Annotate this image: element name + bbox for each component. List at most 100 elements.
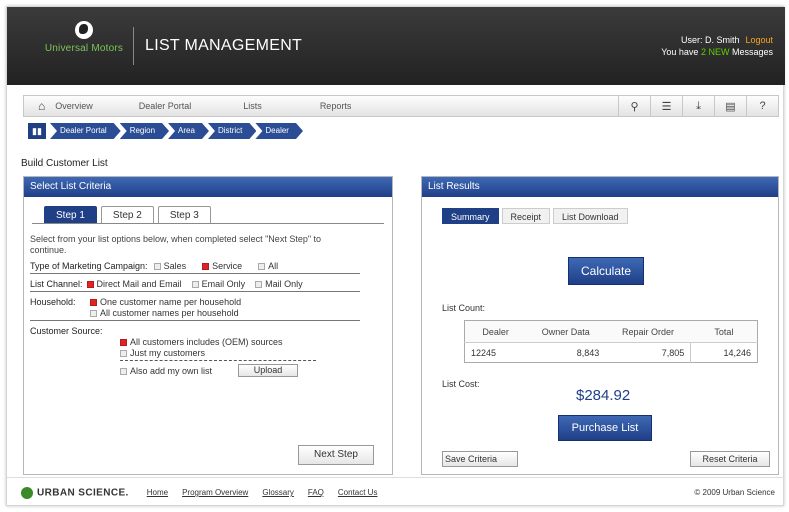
channel-divider <box>30 291 360 292</box>
campaign-sales-checkbox[interactable] <box>153 262 161 270</box>
list-count-label: List Count: <box>442 303 486 313</box>
nav-dealer-portal[interactable]: Dealer Portal <box>139 101 192 111</box>
source-mine-checkbox[interactable] <box>120 349 127 357</box>
upload-button[interactable]: Upload <box>238 364 298 377</box>
also-add-row: Also add my own list <box>120 366 212 376</box>
page-title: Build Customer List <box>21 158 108 169</box>
household-all-checkbox[interactable] <box>90 309 97 317</box>
table-row: 12245 8,843 7,805 14,246 <box>465 342 758 363</box>
next-step-button[interactable]: Next Step <box>298 445 374 465</box>
breadcrumb-area[interactable]: Area <box>168 123 209 139</box>
campaign-service-checkbox[interactable] <box>202 262 210 270</box>
results-tabs: Summary Receipt List Download <box>442 208 631 224</box>
col-dealer: Dealer <box>464 320 527 343</box>
nav-overview[interactable]: Overview <box>55 101 93 111</box>
cell-total: 14,246 <box>690 342 758 363</box>
footer-brand: URBAN SCIENCE. <box>37 487 129 499</box>
tab-step-2[interactable]: Step 2 <box>100 206 154 223</box>
calculate-button[interactable]: Calculate <box>568 257 644 285</box>
reset-criteria-button[interactable]: Reset Criteria <box>690 451 770 467</box>
footer-link-program-overview[interactable]: Program Overview <box>182 488 248 497</box>
help-icon[interactable]: ? <box>746 96 778 116</box>
campaign-label: Type of Marketing Campaign: <box>30 261 148 271</box>
download-icon[interactable]: ⤓ <box>682 96 714 116</box>
list-icon[interactable]: ☰ <box>650 96 682 116</box>
footer-link-home[interactable]: Home <box>147 488 168 497</box>
source-all-checkbox[interactable] <box>120 338 127 346</box>
source-divider <box>120 360 316 361</box>
urban-science-icon <box>21 486 33 499</box>
breadcrumb-dealer[interactable]: Dealer <box>255 123 303 139</box>
brand-name: Universal Motors <box>44 43 124 54</box>
household-option-2: All customer names per household <box>90 308 239 318</box>
brand-logo[interactable]: Universal Motors <box>29 21 139 54</box>
logout-link[interactable]: Logout <box>745 35 773 45</box>
tab-summary[interactable]: Summary <box>442 208 499 224</box>
channel-mail-label: Mail Only <box>265 279 303 289</box>
criteria-panel-title: Select List Criteria <box>24 177 392 197</box>
household-one-checkbox[interactable] <box>90 298 97 306</box>
household-option-1: One customer name per household <box>90 297 241 307</box>
campaign-all-checkbox[interactable] <box>258 262 266 270</box>
household-label: Household: <box>30 297 76 307</box>
channel-email-checkbox[interactable] <box>191 280 199 288</box>
cell-repair-order: 7,805 <box>661 347 685 358</box>
list-cost-label: List Cost: <box>442 379 480 389</box>
tab-list-download[interactable]: List Download <box>553 208 628 224</box>
tab-step-1[interactable]: Step 1 <box>44 206 97 223</box>
source-option-2: Just my customers <box>120 348 205 358</box>
search-icon[interactable]: ⚲ <box>618 96 650 116</box>
toolbar-icons: ⚲ ☰ ⤓ ▤ ? <box>618 96 778 116</box>
footer: URBAN SCIENCE. Home Program Overview Glo… <box>7 477 785 507</box>
instructions-text: Select from your list options below, whe… <box>30 234 322 255</box>
channel-direct-checkbox[interactable] <box>86 280 94 288</box>
nav-lists[interactable]: Lists <box>243 101 262 111</box>
footer-link-contact-us[interactable]: Contact Us <box>338 488 378 497</box>
messages-prefix: You have <box>661 47 699 57</box>
user-info: User: D. Smith Logout You have 2 NEW Mess… <box>661 34 773 58</box>
campaign-row: Type of Marketing Campaign: Sales Servic… <box>30 261 278 271</box>
breadcrumb: ▮▮ Dealer Portal Region Area District De… <box>28 123 303 139</box>
channel-mail-checkbox[interactable] <box>255 280 263 288</box>
results-panel: List Results Summary Receipt List Downlo… <box>421 176 779 475</box>
urban-science-logo: URBAN SCIENCE. <box>21 486 129 499</box>
channel-row: List Channel: Direct Mail and Email Emai… <box>30 279 303 289</box>
tab-receipt[interactable]: Receipt <box>501 208 551 224</box>
tab-step-3[interactable]: Step 3 <box>157 206 211 223</box>
print-icon[interactable]: ▤ <box>714 96 746 116</box>
footer-link-faq[interactable]: FAQ <box>308 488 324 497</box>
col-owner-data: Owner Data <box>526 320 606 343</box>
source-label-row: Customer Source: <box>30 326 103 336</box>
new-messages-link[interactable]: 2 NEW <box>701 47 730 57</box>
campaign-divider <box>30 273 360 274</box>
step-tabs: Step 1 Step 2 Step 3 <box>44 206 392 223</box>
source-mine-label: Just my customers <box>130 348 206 358</box>
cell-owner-data: 8,843 <box>576 347 600 358</box>
breadcrumb-dealer-portal[interactable]: Dealer Portal <box>50 123 121 139</box>
also-add-checkbox[interactable] <box>120 367 127 375</box>
app-window: Universal Motors LIST MANAGEMENT User: D… <box>6 6 785 507</box>
channel-label: List Channel: <box>30 279 83 289</box>
household-all-label: All customer names per household <box>100 308 239 318</box>
results-panel-title: List Results <box>422 177 778 197</box>
breadcrumb-region[interactable]: Region <box>120 123 169 139</box>
save-criteria-button[interactable]: Save Criteria <box>442 451 518 467</box>
col-repair-order: Repair Order <box>605 320 691 343</box>
footer-link-glossary[interactable]: Glossary <box>262 488 294 497</box>
household-one-label: One customer name per household <box>100 297 242 307</box>
source-all-label: All customers includes (OEM) sources <box>130 337 283 347</box>
campaign-sales-label: Sales <box>163 261 187 271</box>
app-header: Universal Motors LIST MANAGEMENT User: D… <box>7 7 785 85</box>
breadcrumb-home-icon[interactable]: ▮▮ <box>28 123 46 139</box>
copyright: © 2009 Urban Science <box>694 488 775 497</box>
app-title: LIST MANAGEMENT <box>145 37 303 54</box>
home-icon[interactable]: ⌂ <box>38 99 45 113</box>
channel-direct-label: Direct Mail and Email <box>96 279 182 289</box>
nav-reports[interactable]: Reports <box>320 101 352 111</box>
also-add-label: Also add my own list <box>130 366 213 376</box>
campaign-service-label: Service <box>212 261 243 271</box>
col-total: Total <box>690 320 758 343</box>
cell-dealer: 12245 <box>471 347 497 358</box>
breadcrumb-district[interactable]: District <box>208 123 256 139</box>
purchase-list-button[interactable]: Purchase List <box>558 415 652 441</box>
